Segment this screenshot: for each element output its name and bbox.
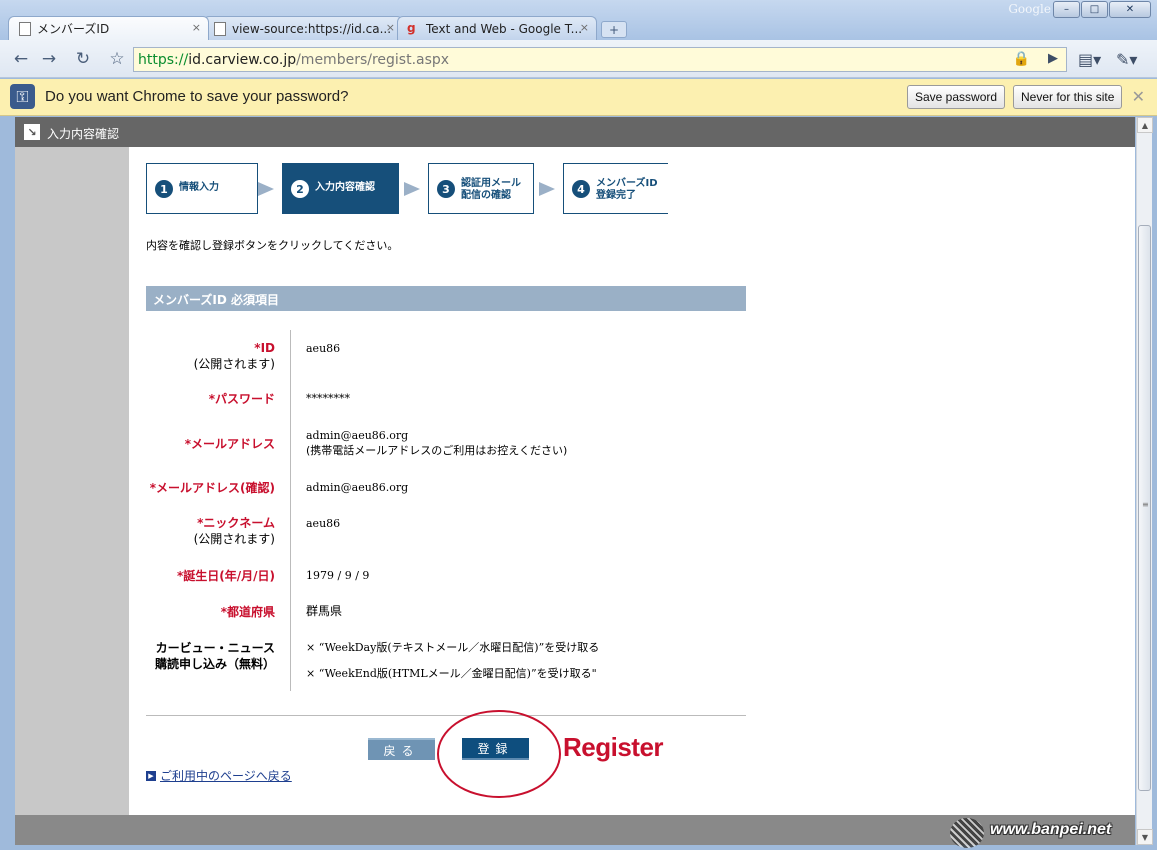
forward-arrow-icon[interactable]: → [38,48,60,70]
nickname-label: *ニックネーム (公開されます) [193,516,275,546]
url-host: id.carview.co.jp [188,51,297,68]
step-2: 2 入力内容確認 [282,163,399,214]
annotation-circle [437,710,561,798]
nickname-value: aeu86 [306,517,341,530]
step-label: 認証用メール 配信の確認 [461,178,521,201]
scroll-thumb[interactable]: ≡ [1138,225,1151,791]
watermark: www.banpei.net [950,818,1130,848]
birthday-label: *誕生日(年/月/日) [176,569,275,583]
step-arrow-icon [258,182,274,196]
section-title: 入力内容確認 [47,127,120,141]
back-button[interactable]: 戻る [368,738,435,760]
register-annotation: Register [563,732,664,762]
step-label: 入力内容確認 [315,182,375,193]
required-section-header: メンバーズID 必須項目 [146,286,746,311]
tab-google-translate[interactable]: g Text and Web - Google T... × [397,16,597,40]
tab-title: メンバーズID [37,22,110,36]
divider [146,715,746,716]
infobar-message: Do you want Chrome to save your password… [45,88,349,105]
news-subscription-options: × “WeekDay版(テキストメール／水曜日配信)”を受け取る × “Week… [306,640,599,681]
address-bar[interactable]: https://id.carview.co.jp/members/regist.… [133,47,1067,72]
window-brand: Google [1008,2,1051,16]
wrench-menu-icon[interactable]: ✎▾ [1116,50,1137,69]
reload-icon[interactable]: ↻ [72,48,94,70]
maximize-button[interactable]: □ [1081,1,1108,18]
scroll-up-icon[interactable]: ▲ [1137,117,1153,133]
instruction-text: 内容を確認し登録ボタンをクリックしてください。 [146,239,399,252]
scroll-down-icon[interactable]: ▼ [1137,829,1153,845]
return-link[interactable]: ▶ ご利用中のページへ戻る [146,767,292,784]
return-link-text: ご利用中のページへ戻る [160,769,292,783]
tab-close-icon[interactable]: × [192,21,201,34]
birthday-value: 1979 / 9 / 9 [306,569,370,582]
weekend-option: × “WeekEnd版(HTMLメール／金曜日配信)”を受け取る" [306,667,597,680]
grip-icon: ≡ [1142,500,1149,509]
email-label: *メールアドレス [184,437,275,451]
new-tab-button[interactable]: + [601,21,627,38]
label-divider [290,330,291,691]
tab-close-icon[interactable]: × [580,21,589,34]
watermark-text: www.banpei.net [990,821,1112,838]
key-icon: ⚿ [10,84,35,109]
title-bar: Google – □ ✕ メンバーズID × view-source:https… [0,0,1157,40]
step-label: メンバーズID 登録完了 [596,178,658,201]
browser-toolbar: ← → ↻ ☆ https://id.carview.co.jp/members… [0,40,1157,78]
section-header: ↘ 入力内容確認 [15,117,1135,147]
page-viewport: ↘ 入力内容確認 1 情報入力 2 入力内容確認 3 認証用メール 配信の確認 4… [15,117,1135,815]
step-1: 1 情報入力 [146,163,258,214]
step-arrow-icon [539,182,555,196]
password-value: ******** [306,392,350,405]
close-window-button[interactable]: ✕ [1109,1,1151,18]
google-icon: g [407,21,416,35]
step-4: 4 メンバーズID 登録完了 [563,163,668,214]
news-subscription-label: カービュー・ニュース 購読申し込み（無料） [154,641,275,671]
go-icon[interactable]: ▶ [1048,51,1058,66]
email-confirm-value: admin@aeu86.org [306,481,409,494]
step-number: 4 [572,180,590,198]
page-icon [19,22,31,36]
step-label: 情報入力 [179,182,219,193]
id-label: *ID (公開されます) [193,341,275,371]
prefecture-value: 群馬県 [306,604,343,618]
prefecture-label: *都道府県 [220,605,275,619]
page-icon [214,22,226,36]
close-icon[interactable]: ✕ [1132,87,1145,106]
step-3: 3 認証用メール 配信の確認 [428,163,534,214]
link-arrow-icon: ▶ [146,770,156,781]
tab-members-id[interactable]: メンバーズID × [8,16,209,40]
arrow-down-right-icon: ↘ [24,124,40,140]
tab-close-icon[interactable]: × [386,21,395,34]
step-number: 1 [155,180,173,198]
email-value: admin@aeu86.org (携帯電話メールアドレスのご利用はお控えください… [306,429,568,457]
email-confirm-label: *メールアドレス(確認) [149,481,275,495]
url-path: /members/regist.aspx [296,51,450,68]
id-value: aeu86 [306,342,341,355]
tab-title: view-source:https://id.ca... [232,21,392,36]
tab-title: Text and Web - Google T... [426,21,583,36]
save-password-button[interactable]: Save password [907,85,1006,109]
step-number: 3 [437,180,455,198]
password-label: *パスワード [208,392,275,406]
never-for-this-site-button[interactable]: Never for this site [1013,85,1123,109]
step-arrow-icon [404,182,420,196]
url-scheme: https:// [138,51,189,68]
vertical-scrollbar[interactable]: ▲ ≡ ▼ [1136,117,1153,845]
window-controls: – □ ✕ [1053,1,1151,18]
tab-view-source[interactable]: view-source:https://id.ca... × [203,16,403,40]
lock-icon[interactable]: 🔒 [1013,51,1030,67]
watermark-logo [950,818,984,848]
step-number: 2 [291,180,309,198]
minimize-button[interactable]: – [1053,1,1080,18]
back-arrow-icon[interactable]: ← [10,48,32,70]
password-infobar: ⚿ Do you want Chrome to save your passwo… [0,79,1157,116]
star-icon[interactable]: ☆ [106,48,128,70]
weekday-option: × “WeekDay版(テキストメール／水曜日配信)”を受け取る [306,641,600,654]
page-menu-icon[interactable]: ▤▾ [1078,50,1101,69]
tab-strip: メンバーズID × view-source:https://id.ca... ×… [8,16,627,40]
left-gutter [15,147,129,815]
